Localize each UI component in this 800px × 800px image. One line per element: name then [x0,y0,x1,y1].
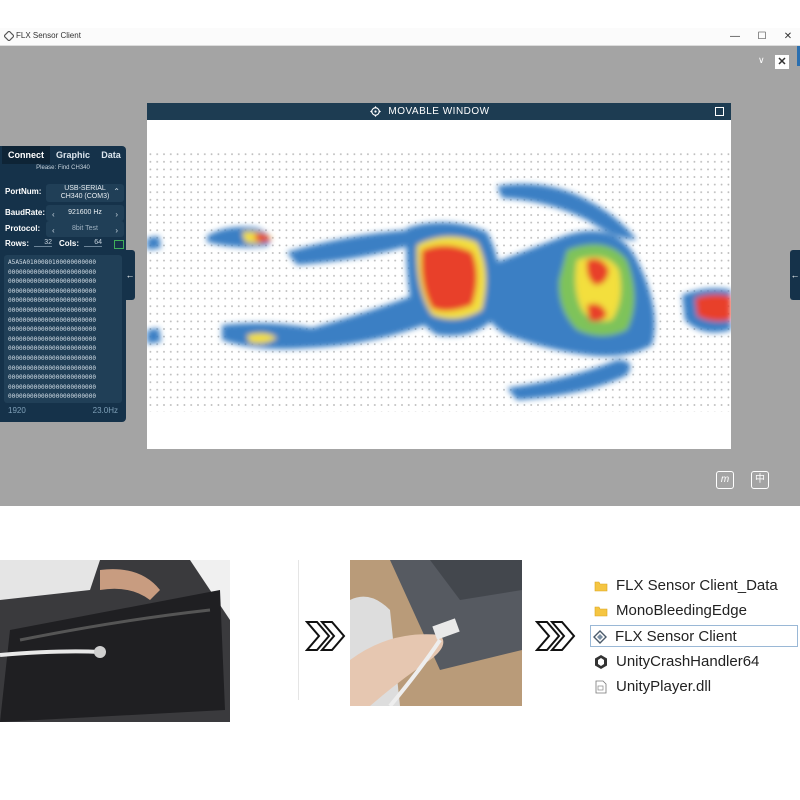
data-log-line: 000000000000000000000000 [8,297,97,305]
divider [298,560,299,700]
heat-region [147,328,161,344]
movable-window-title: MOVABLE WINDOW [388,106,490,117]
heat-region [421,245,477,311]
file-name: MonoBleedingEdge [616,602,747,619]
data-log-line: 000000000000000000000000 [8,393,97,401]
collapse-left-panel-button[interactable]: ← [125,250,135,300]
title-bar: FLX Sensor Client — ☐ ✕ [0,28,800,46]
cols-input[interactable]: 64 [84,239,102,247]
mode-icon[interactable]: m [716,471,734,489]
baud-select[interactable]: ‹ 921600 Hz › [46,205,124,221]
app-logo-icon [4,31,14,41]
next-protocol-icon[interactable]: › [115,223,118,239]
file-name: FLX Sensor Client_Data [616,577,778,594]
port-select[interactable]: USB-SERIAL CH340 (COM3) ⌃ [46,184,124,202]
file-item-app-exe[interactable]: FLX Sensor Client [590,625,798,647]
panel-tabs: Connect Graphic Data [0,146,126,164]
open-right-panel-button[interactable]: ← [790,250,800,300]
language-icon[interactable]: 中 [751,471,769,489]
mattress-photo-image [0,560,230,722]
file-name: UnityPlayer.dll [616,678,712,695]
dll-file-icon [595,680,607,694]
usb-laptop-photo-image [350,560,522,706]
data-log-line: 000000000000000000000000 [8,364,97,372]
heat-region [695,294,731,322]
protocol-value: 8bit Test [72,225,98,232]
close-overlay-button[interactable]: ✕ [775,55,789,69]
data-log-line: 000000000000000000000000 [8,383,97,391]
file-item-player-dll[interactable]: UnityPlayer.dll [592,676,800,698]
folder-icon [594,581,608,592]
file-item-mono-folder[interactable]: MonoBleedingEdge [592,600,800,622]
data-log-line: 000000000000000000000000 [8,326,97,334]
baud-label: BaudRate: [5,208,46,217]
arrow-right-icon [305,621,346,651]
frame-count: 1920 [8,406,26,415]
data-log-line: 000000000000000000000000 [8,268,97,276]
connect-hint: Please: Find CH340 [36,165,90,171]
port-value-line1: USB-SERIAL [64,185,106,192]
data-log-line: 000000000000000000000000 [8,374,97,382]
expand-icon[interactable] [715,107,724,116]
port-value-line2: CH340 (COM3) [60,193,110,200]
baud-row: BaudRate: ‹ 921600 Hz › [4,205,124,221]
movable-window-header[interactable]: MOVABLE WINDOW [147,103,731,120]
tab-connect[interactable]: Connect [2,146,50,164]
file-item-crash-handler[interactable]: UnityCrashHandler64 [592,651,800,673]
protocol-row: Protocol: ‹ 8bit Test › [4,221,124,237]
mattress-photo [0,560,230,722]
rows-label: Rows: [5,239,29,248]
close-window-button[interactable]: ✕ [781,30,795,43]
window-title: FLX Sensor Client [16,31,81,40]
file-name: UnityCrashHandler64 [616,653,760,670]
data-log-line: 000000000000000000000000 [8,287,97,295]
tab-graphic[interactable]: Graphic [52,146,94,164]
baud-value: 921600 Hz [68,209,102,216]
data-log-line: 000000000000000000000000 [8,354,97,362]
folder-icon [594,606,608,617]
chevron-down-icon[interactable]: ∨ [758,55,765,66]
maximize-button[interactable]: ☐ [755,30,769,43]
protocol-select[interactable]: ‹ 8bit Test › [46,221,124,237]
data-log-line: 000000000000000000000000 [8,278,97,286]
data-log: A5A5A0100080100000000000 0000000000000000… [4,255,122,403]
data-log-line: 000000000000000000000000 [8,306,97,314]
data-log-line: 000000000000000000000000 [8,316,97,324]
pressure-heatmap [147,150,731,412]
movable-window[interactable]: MOVABLE WINDOW [147,103,731,449]
data-log-line: 000000000000000000000000 [8,345,97,353]
file-item-data-folder[interactable]: FLX Sensor Client_Data [592,575,800,597]
file-name: FLX Sensor Client [615,628,737,645]
arrow-left-icon: ← [125,270,135,280]
rows-input[interactable]: 32 [34,239,52,247]
minimize-button[interactable]: — [728,30,742,43]
unity-crash-icon [595,655,607,669]
port-row: PortNum: USB-SERIAL CH340 (COM3) ⌃ [4,184,124,202]
refresh-rate: 23.0Hz [92,406,118,415]
tab-data[interactable]: Data [96,146,126,164]
prev-protocol-icon[interactable]: ‹ [52,223,55,239]
arrow-left-icon: ← [790,270,800,280]
port-label: PortNum: [5,187,42,196]
status-indicator [114,240,124,249]
data-log-line: 000000000000000000000000 [8,335,97,343]
heat-region [147,236,161,250]
connect-panel: Connect Graphic Data Please: Find CH340 … [0,146,126,422]
usb-laptop-photo [350,560,522,706]
arrow-right-icon [535,621,576,651]
protocol-label: Protocol: [5,224,41,233]
dropdown-icon: ⌃ [113,187,120,196]
rows-cols-row: Rows: 32 Cols: 64 [4,238,124,252]
cols-label: Cols: [59,239,79,248]
unity-app-icon [593,630,607,644]
data-log-line: A5A5A0100080100000000000 [8,259,97,266]
